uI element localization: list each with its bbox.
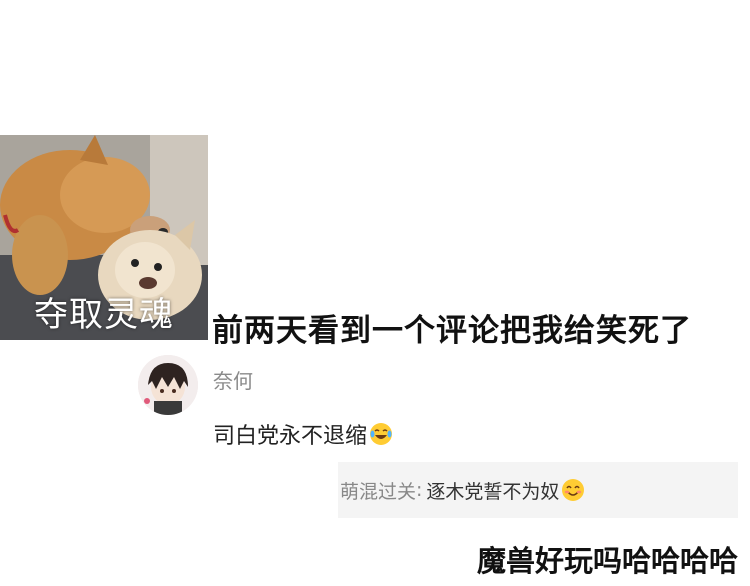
blushing-smile-emoji-icon: [561, 478, 585, 502]
reply-text: 逐木党誓不为奴: [426, 480, 560, 503]
meme-caption: 夺取灵魂: [34, 295, 174, 335]
reply-box[interactable]: 萌混过关 : 逐木党誓不为奴: [338, 462, 738, 518]
avatar-picture: [138, 355, 198, 415]
reply-colon: :: [416, 479, 423, 501]
comment-text: 司白党永不退缩: [213, 424, 368, 449]
headline: 前两天看到一个评论把我给笑死了: [212, 313, 692, 349]
footer-caption: 魔兽好玩吗哈哈哈哈: [476, 544, 738, 578]
comment-body: 司白党永不退缩: [213, 418, 393, 450]
reply-username[interactable]: 萌混过关: [340, 477, 416, 504]
avatar[interactable]: [138, 355, 198, 415]
laughing-tears-emoji-icon: [369, 422, 393, 446]
comment-username[interactable]: 奈何: [213, 365, 253, 394]
meme-image: 夺取灵魂: [0, 135, 208, 340]
